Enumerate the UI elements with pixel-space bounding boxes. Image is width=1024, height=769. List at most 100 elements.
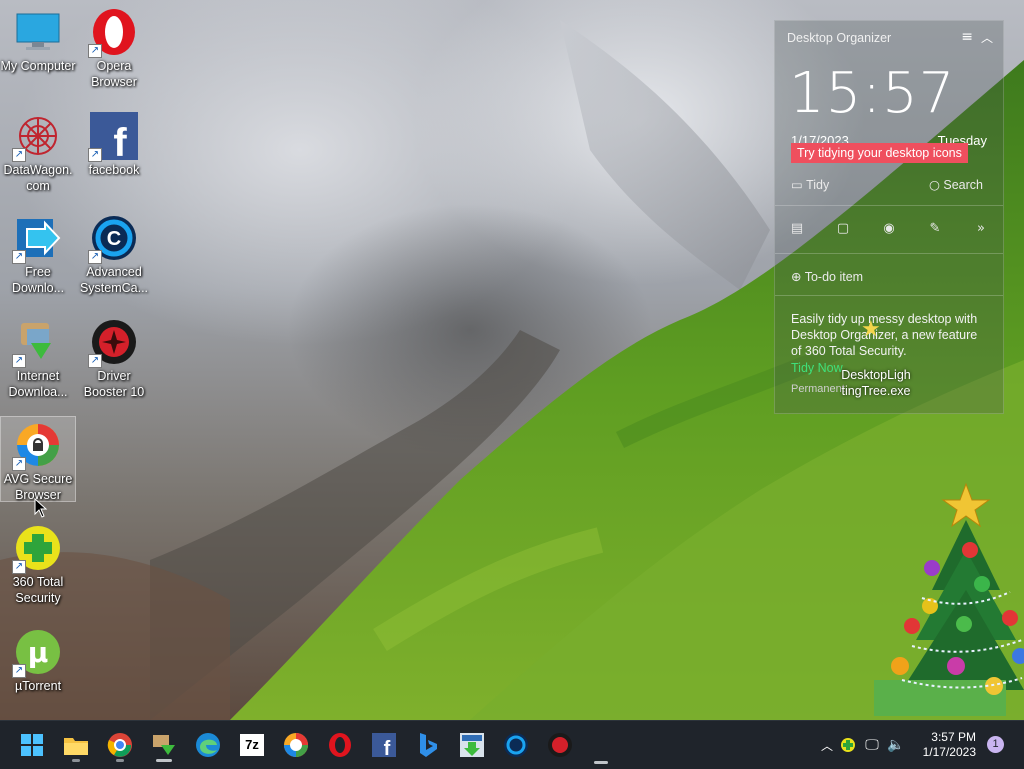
volume-icon[interactable]: 🔈 <box>884 737 908 753</box>
desktop-icon-label: Free Downlo... <box>11 265 65 295</box>
taskbar-file-explorer[interactable] <box>58 727 94 763</box>
desktop-icon-label: My Computer <box>0 59 76 73</box>
network-icon[interactable]: 🖵 <box>860 737 884 753</box>
eye-icon[interactable]: ◉ <box>877 221 901 241</box>
desktop-icon-facebook[interactable]: f ↗ facebook <box>76 108 152 178</box>
desktop-icon-label: DataWagon. com <box>3 163 73 193</box>
shortcut-arrow-icon: ↗ <box>12 560 26 574</box>
desktop-icon-360-total-security[interactable]: ↗ 360 Total Security <box>0 520 76 606</box>
hamburger-menu-icon[interactable]: ≡ <box>961 29 973 45</box>
desktop-icon-label: Opera Browser <box>91 59 137 89</box>
internet-download-manager-icon: ↗ <box>12 318 62 368</box>
start-icon <box>21 734 43 756</box>
edge-icon <box>196 733 220 757</box>
desktop-icon-datawagon[interactable]: ↗ DataWagon. com <box>0 108 76 194</box>
taskbar-free-download-manager[interactable] <box>454 727 490 763</box>
star-icon: ★ <box>861 317 881 342</box>
running-indicator <box>156 759 172 762</box>
taskbar-start-button[interactable] <box>14 727 50 763</box>
360-total-security-tray-icon[interactable] <box>836 737 860 753</box>
taskbar-driver-booster[interactable] <box>542 727 578 763</box>
download-arrow-icon: ↗ <box>12 214 62 264</box>
file-explorer-icon <box>64 738 88 755</box>
tidy-button[interactable]: ▭ Tidy <box>791 177 829 192</box>
mouse-cursor-icon <box>34 498 48 518</box>
shortcut-arrow-icon: ↗ <box>12 457 26 471</box>
running-indicator <box>116 759 124 762</box>
taskbar: 7z f ︿ 🖵 🔈 3:57 PM 1/17/2023 1 <box>0 720 1024 769</box>
window-icon[interactable]: ▢ <box>831 221 855 241</box>
organizer-clock: 15:57 <box>789 61 956 126</box>
chevron-up-icon[interactable]: ︿ <box>981 29 993 46</box>
notes-icon[interactable]: ▤ <box>785 221 809 241</box>
desktop-icon-advanced-systemcare[interactable]: C ↗ Advanced SystemCa... <box>76 210 152 296</box>
taskbar-avg-secure-browser[interactable] <box>278 727 314 763</box>
taskbar-facebook[interactable]: f <box>366 727 402 763</box>
shortcut-arrow-icon: ↗ <box>88 148 102 162</box>
chevron-double-right-icon[interactable]: » <box>969 221 993 241</box>
svg-text:f: f <box>113 121 127 160</box>
shortcut-arrow-icon: ↗ <box>12 148 26 162</box>
desktop-icon-opera[interactable]: ↗ Opera Browser <box>76 4 152 90</box>
taskbar-clock[interactable]: 3:57 PM 1/17/2023 <box>923 730 976 760</box>
clock-date: 1/17/2023 <box>922 745 976 759</box>
tidy-tip-badge[interactable]: Try tidying your desktop icons <box>791 143 968 163</box>
bing-icon <box>420 733 437 757</box>
shortcut-arrow-icon: ↗ <box>12 354 26 368</box>
driver-booster-icon <box>548 733 572 757</box>
desktop-icon-driver-booster[interactable]: ↗ Driver Booster 10 <box>76 314 152 400</box>
desktop-icon-utorrent[interactable]: µ ↗ µTorrent <box>0 624 76 694</box>
free-download-manager-icon <box>460 733 484 757</box>
desktop-file-label[interactable]: DesktopLigh tingTree.exe <box>831 367 921 399</box>
opera-icon <box>329 733 351 757</box>
search-button[interactable]: ○ Search <box>929 177 983 192</box>
taskbar-edge[interactable] <box>190 727 226 763</box>
7zip-icon: 7z <box>240 734 264 756</box>
desktop-icon-label: facebook <box>88 163 140 177</box>
add-todo-button[interactable]: ⊕ To-do item <box>791 269 863 284</box>
running-indicator <box>594 761 608 764</box>
taskbar-chrome[interactable] <box>102 727 138 763</box>
desktop-icon-label: 360 Total Security <box>12 575 64 605</box>
taskbar-7zip[interactable]: 7z <box>234 727 270 763</box>
svg-text:C: C <box>107 228 121 250</box>
taskbar-opera[interactable] <box>322 727 358 763</box>
divider <box>775 253 1003 254</box>
taskbar-internet-download-manager[interactable] <box>146 727 182 763</box>
advanced-systemcare-icon <box>504 733 528 757</box>
divider <box>775 205 1003 206</box>
opera-icon: ↗ <box>88 8 138 58</box>
taskbar-bing[interactable] <box>410 727 446 763</box>
edit-icon[interactable]: ✎ <box>923 221 947 241</box>
360-total-security-icon: ↗ <box>12 524 62 574</box>
desktop-icon-label: Advanced SystemCa... <box>79 265 149 295</box>
utorrent-icon: µ ↗ <box>12 628 62 678</box>
monitor-icon <box>14 8 62 56</box>
shortcut-arrow-icon: ↗ <box>88 250 102 264</box>
search-icon: ○ <box>928 177 940 192</box>
desktop-icon-internet-download-manager[interactable]: ↗ Internet Downloa... <box>0 314 76 400</box>
taskbar-advanced-systemcare[interactable] <box>498 727 534 763</box>
shortcut-arrow-icon: ↗ <box>12 664 26 678</box>
desktop-organizer-panel: Desktop Organizer ≡ ︿ 15:57 1/17/2023 Tu… <box>774 20 1004 414</box>
svg-text:µ: µ <box>28 636 49 669</box>
organizer-title: Desktop Organizer <box>787 31 892 45</box>
monitor-icon: ▭ <box>791 177 803 192</box>
shortcut-arrow-icon: ↗ <box>88 354 102 368</box>
desktop-icon-label: Driver Booster 10 <box>83 369 145 399</box>
system-tray: ︿ 🖵 🔈 <box>818 721 908 769</box>
notification-badge[interactable]: 1 <box>987 736 1004 753</box>
running-indicator <box>72 759 80 762</box>
avg-secure-browser-icon <box>284 733 308 757</box>
desktop-icon-free-download-manager[interactable]: ↗ Free Downlo... <box>0 210 76 296</box>
desktop-icon-avg-secure-browser[interactable]: ↗ AVG Secure Browser <box>0 416 76 502</box>
chevron-up-icon[interactable]: ︿ <box>818 737 836 754</box>
shortcut-arrow-icon: ↗ <box>88 44 102 58</box>
desktop-icon-my-computer[interactable]: My Computer <box>0 4 76 74</box>
christmas-tree-decoration[interactable] <box>872 480 1024 720</box>
plus-circle-icon: ⊕ <box>791 269 802 284</box>
facebook-icon: f ↗ <box>88 112 138 162</box>
avg-secure-browser-icon: ↗ <box>12 421 62 471</box>
desktop-icon-label: Internet Downloa... <box>8 369 68 399</box>
desktop-icon-label: µTorrent <box>14 679 62 693</box>
